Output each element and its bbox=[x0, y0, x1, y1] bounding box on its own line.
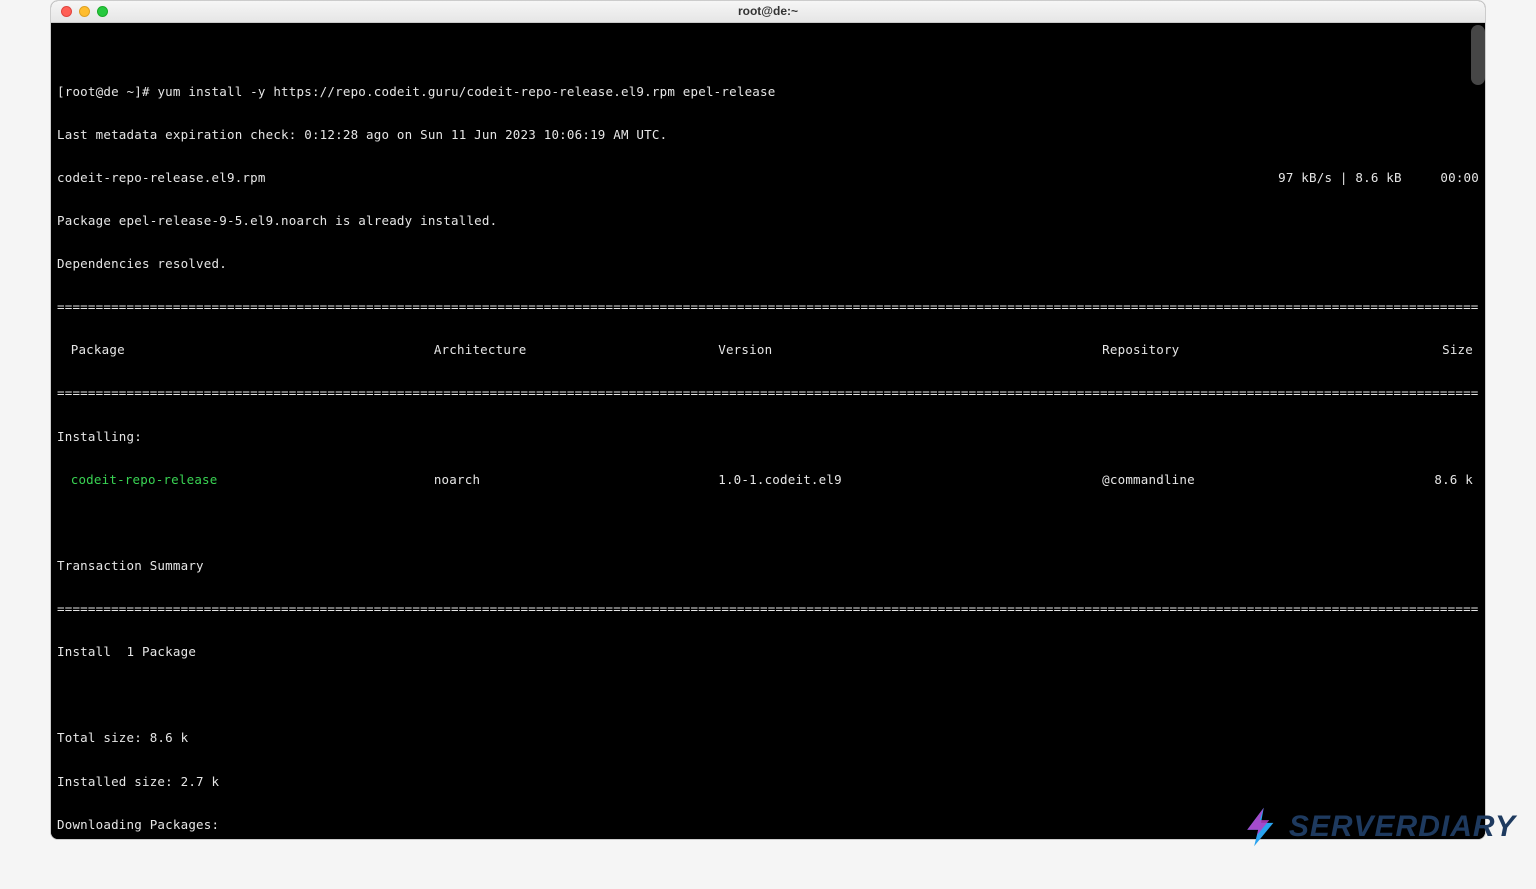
terminal-body[interactable]: [root@de ~]# yum install -y https://repo… bbox=[51, 23, 1485, 839]
prompt: [root@de ~]# bbox=[57, 84, 157, 99]
terminal-line: Installed size: 2.7 k bbox=[57, 775, 1479, 789]
download-speed: 97 kB/s | 8.6 kB 00:00 bbox=[1278, 171, 1479, 185]
terminal-line: Installing: bbox=[57, 430, 1479, 444]
terminal-line: Package epel-release-9-5.el9.noarch is a… bbox=[57, 214, 1479, 228]
col-architecture: Architecture bbox=[434, 343, 718, 357]
terminal-line: Transaction Summary bbox=[57, 559, 1479, 573]
package-size: 8.6 k bbox=[1387, 473, 1479, 487]
terminal-line: Dependencies resolved. bbox=[57, 257, 1479, 271]
titlebar: root@de:~ bbox=[51, 1, 1485, 23]
scrollbar[interactable] bbox=[1471, 25, 1485, 85]
package-arch: noarch bbox=[434, 473, 718, 487]
divider-double: ========================================… bbox=[57, 386, 1479, 400]
output-text: codeit-repo-release.el9.rpm bbox=[57, 170, 266, 185]
window-title: root@de:~ bbox=[51, 5, 1485, 19]
package-repo: @commandline bbox=[1102, 473, 1386, 487]
col-size: Size bbox=[1387, 343, 1479, 357]
terminal-line: codeit-repo-release.el9.rpm 97 kB/s | 8.6… bbox=[57, 171, 1479, 185]
terminal-line: Last metadata expiration check: 0:12:28 … bbox=[57, 128, 1479, 142]
col-version: Version bbox=[718, 343, 1102, 357]
col-package: Package bbox=[57, 343, 434, 357]
table-header-row: Package Architecture Version Repository … bbox=[57, 343, 1479, 357]
col-repository: Repository bbox=[1102, 343, 1386, 357]
divider-double: ========================================… bbox=[57, 602, 1479, 616]
package-version: 1.0-1.codeit.el9 bbox=[718, 473, 1102, 487]
table-row: codeit-repo-release noarch 1.0-1.codeit.… bbox=[57, 473, 1479, 487]
package-name: codeit-repo-release bbox=[57, 473, 434, 487]
terminal-line: Total size: 8.6 k bbox=[57, 731, 1479, 745]
divider-double: ========================================… bbox=[57, 300, 1479, 314]
terminal-line: [root@de ~]# yum install -y https://repo… bbox=[57, 85, 1479, 99]
terminal-line bbox=[57, 516, 1479, 530]
terminal-window: root@de:~ [root@de ~]# yum install -y ht… bbox=[50, 0, 1486, 840]
terminal-line bbox=[57, 688, 1479, 702]
command-text: yum install -y https://repo.codeit.guru/… bbox=[157, 84, 775, 99]
terminal-line: Install 1 Package bbox=[57, 645, 1479, 659]
terminal-line: Downloading Packages: bbox=[57, 818, 1479, 832]
